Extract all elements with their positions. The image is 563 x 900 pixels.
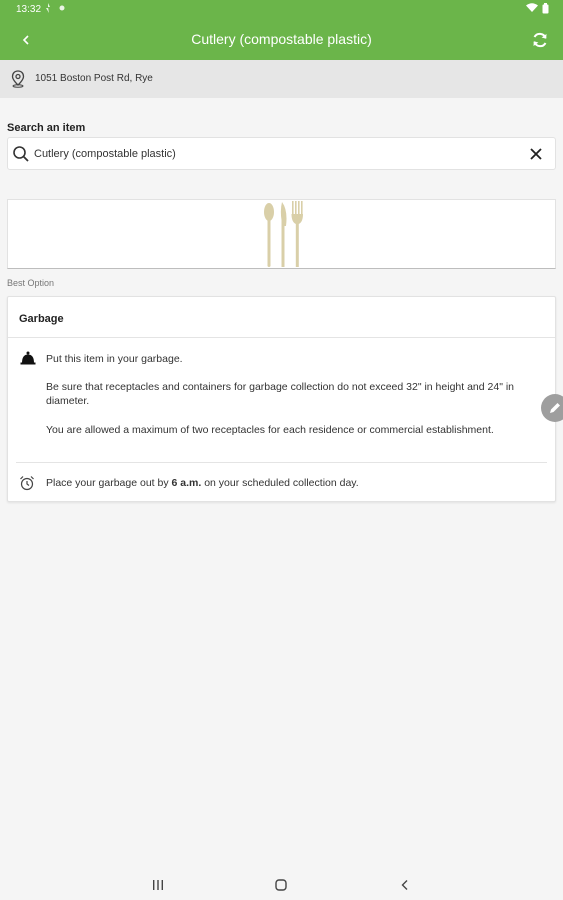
collection-time-value: 6 a.m.: [171, 477, 202, 489]
search-input[interactable]: [34, 144, 514, 164]
status-time: 13:32: [16, 4, 42, 15]
notification-icon: [46, 3, 50, 13]
page-title: Cutlery (compostable plastic): [191, 31, 372, 47]
item-image: [7, 199, 556, 269]
sync-status-icon: [59, 5, 65, 11]
nav-recents-icon: [153, 880, 163, 890]
app-bar: Cutlery (compostable plastic): [0, 20, 563, 60]
option-title: Garbage: [19, 313, 64, 325]
nav-back-button[interactable]: [396, 877, 414, 893]
search-icon: [13, 146, 29, 162]
location-address: 1051 Boston Post Rd, Rye: [35, 73, 153, 84]
status-notification-icons: [44, 3, 66, 13]
instruction-text: Put this item in your garbage.: [46, 353, 183, 365]
alarm-clock-icon: [20, 476, 34, 491]
divider: [8, 337, 555, 338]
close-icon: [530, 148, 542, 160]
search-label: Search an item: [7, 122, 86, 134]
refresh-button[interactable]: [527, 27, 553, 53]
search-box: [7, 137, 556, 170]
clear-search-button[interactable]: [527, 145, 545, 163]
cutlery-icon: [264, 201, 303, 267]
collection-time-prefix: Place your garbage out by: [46, 477, 172, 489]
location-bar[interactable]: 1051 Boston Post Rd, Rye: [0, 60, 563, 98]
disposal-option-card: Garbage Put this item in your garbage. B…: [7, 296, 556, 502]
nav-recents-button[interactable]: [149, 877, 167, 893]
location-pin-icon: [11, 70, 25, 88]
collection-time-text: Place your garbage out by 6 a.m. on your…: [46, 476, 536, 490]
system-nav-bar: [0, 869, 563, 900]
nav-back-icon: [401, 880, 408, 890]
status-system-icons: [526, 3, 549, 14]
wifi-icon: [526, 3, 538, 12]
garbage-bell-icon: [20, 351, 36, 365]
instruction-text: Be sure that receptacles and containers …: [46, 381, 515, 407]
divider: [16, 462, 547, 463]
instruction-text: You are allowed a maximum of two recepta…: [46, 424, 494, 436]
edit-pencil-icon: [550, 403, 560, 413]
refresh-icon: [533, 32, 547, 48]
nav-home-button[interactable]: [272, 877, 290, 893]
best-option-label: Best Option: [7, 278, 55, 288]
nav-home-icon: [275, 879, 287, 891]
battery-icon: [542, 3, 549, 14]
status-bar: 13:32: [0, 0, 563, 20]
edit-button[interactable]: [541, 394, 563, 422]
collection-time-suffix: on your scheduled collection day.: [201, 477, 359, 489]
